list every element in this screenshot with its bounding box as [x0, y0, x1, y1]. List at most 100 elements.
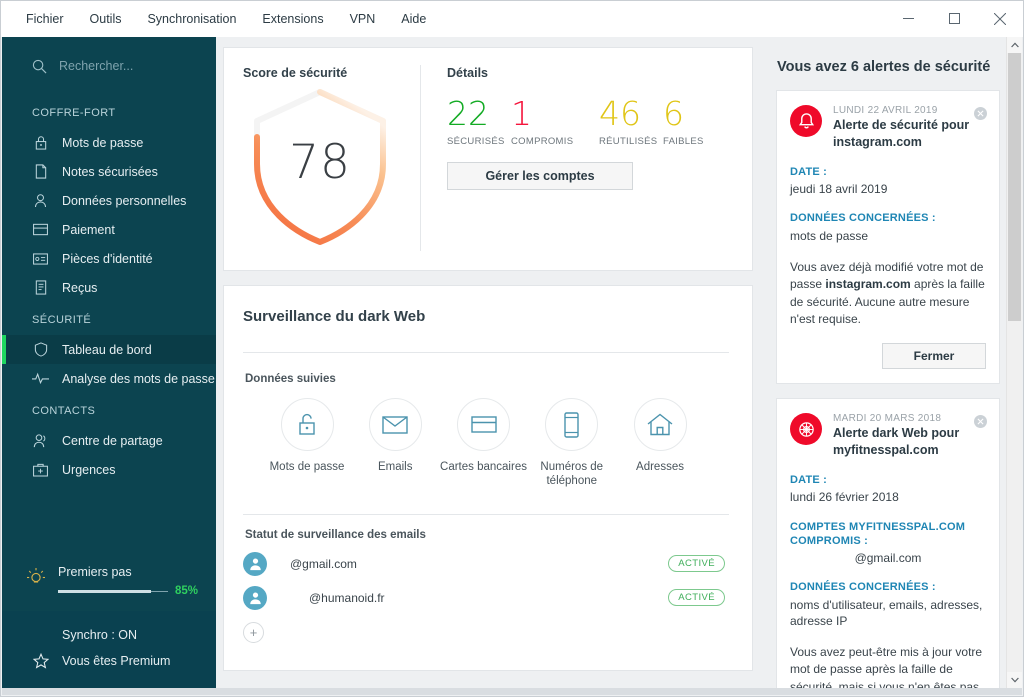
first-steps-percent: 85% — [174, 585, 198, 597]
menu-item-aide[interactable]: Aide — [388, 5, 439, 33]
sync-status[interactable]: Synchro : ON — [2, 622, 216, 648]
scroll-up-icon[interactable] — [1007, 37, 1022, 53]
alert-accounts-label: COMPTES MYFITNESSPAL.COM COMPROMIS : — [790, 520, 966, 547]
close-icon[interactable] — [974, 107, 987, 120]
stat-value: 1 — [511, 94, 532, 133]
menu-item-synchronisation[interactable]: Synchronisation — [134, 5, 249, 33]
score-stats: 22 SÉCURISÉS 1 COMPROMIS 46 RÉUTILISÉS 6… — [447, 97, 752, 162]
alert-card: LUNDI 22 AVRIL 2019 Alerte de sécurité p… — [776, 90, 1000, 385]
status-badge: ACTIVÉ — [668, 555, 725, 573]
alert-data-label: DONNÉES CONCERNÉES : — [790, 581, 936, 594]
tracked-item-mots-de-passe[interactable]: Mots de passe — [263, 398, 351, 489]
sidebar-item-label: Tableau de bord — [62, 342, 152, 357]
email-row[interactable]: @gmail.com ACTIVÉ — [243, 547, 729, 581]
maximize-icon[interactable] — [931, 1, 977, 37]
note-icon — [32, 164, 49, 179]
email-address: @humanoid.fr — [309, 590, 385, 605]
stat-reutilises: 46 RÉUTILISÉS — [599, 97, 663, 147]
alert-header: LUNDI 22 AVRIL 2019 Alerte de sécurité p… — [790, 105, 986, 151]
sidebar-section-coffre-fort: COFFRE-FORT — [32, 107, 116, 119]
stat-value: 46 — [599, 94, 641, 133]
alerts-panel: Vous avez 6 alertes de sécurité LUNDI 22… — [765, 37, 1014, 688]
menu-item-extensions[interactable]: Extensions — [249, 5, 336, 33]
menu-bar: Fichier Outils Synchronisation Extension… — [1, 5, 439, 33]
sidebar-item-label: Mots de passe — [62, 135, 144, 150]
menu-item-fichier[interactable]: Fichier — [13, 5, 77, 33]
sidebar-item-label: Centre de partage — [62, 433, 163, 448]
status-badge: ACTIVÉ — [668, 589, 725, 607]
close-alert-button[interactable]: Fermer — [882, 343, 986, 370]
score-details-section: Détails 22 SÉCURISÉS 1 COMPROMIS 46 RÉUT… — [421, 48, 752, 270]
alerts-heading: Vous avez 6 alertes de sécurité — [777, 59, 991, 75]
first-steps-progress[interactable]: Premiers pas 85% — [2, 565, 216, 597]
status-bar — [2, 688, 1022, 695]
manage-accounts-button[interactable]: Gérer les comptes — [447, 162, 633, 190]
email-status-section: Statut de surveillance des emails @gmail… — [243, 529, 729, 643]
sidebar-item-donnees-personnelles[interactable]: Données personnelles — [2, 186, 216, 215]
id-card-icon — [32, 252, 49, 265]
sidebar-item-label: Analyse des mots de passe — [62, 371, 215, 386]
dark-web-title: Surveillance du dark Web — [243, 308, 426, 325]
tracked-item-label: Numéros de téléphone — [540, 461, 604, 488]
sidebar-item-pieces-didentite[interactable]: Pièces d'identité — [2, 244, 216, 273]
alert-data-value: noms d'utilisateur, emails, adresses, ad… — [790, 597, 983, 628]
stat-label: COMPROMIS — [511, 136, 574, 147]
app-window: Fichier Outils Synchronisation Extension… — [0, 0, 1024, 697]
alert-date-head: LUNDI 22 AVRIL 2019 — [833, 105, 938, 116]
sidebar-item-recus[interactable]: Reçus — [2, 273, 216, 302]
sidebar-item-notes-securisees[interactable]: Notes sécurisées — [2, 157, 216, 186]
sidebar-item-centre-de-partage[interactable]: Centre de partage — [2, 426, 216, 455]
menu-item-outils[interactable]: Outils — [77, 5, 135, 33]
first-steps-label: Premiers pas — [58, 565, 132, 579]
sidebar: Rechercher... COFFRE-FORT Mots de passe … — [2, 37, 216, 688]
minimize-icon[interactable] — [885, 1, 931, 37]
premium-label: Vous êtes Premium — [62, 654, 171, 668]
first-steps-bar-row: 85% — [58, 585, 198, 597]
sidebar-item-label: Urgences — [62, 462, 116, 477]
tracked-item-emails[interactable]: Emails — [351, 398, 439, 489]
menu-item-vpn[interactable]: VPN — [337, 5, 389, 33]
tracked-item-label: Mots de passe — [269, 461, 345, 473]
scrollbar-thumb[interactable] — [1008, 53, 1021, 321]
tracked-item-numeros-de-telephone[interactable]: Numéros de téléphone — [528, 398, 616, 489]
avatar — [243, 585, 267, 610]
close-icon[interactable] — [977, 1, 1023, 37]
stat-securises: 22 SÉCURISÉS — [447, 97, 511, 147]
star-icon — [32, 653, 49, 669]
email-row[interactable]: @humanoid.fr ACTIVÉ — [243, 581, 729, 615]
alert-header: MARDI 20 MARS 2018 Alerte dark Web pour … — [790, 413, 986, 459]
sidebar-item-mots-de-passe[interactable]: Mots de passe — [2, 128, 216, 157]
alert-header-text: MARDI 20 MARS 2018 Alerte dark Web pour … — [833, 413, 986, 459]
tracked-item-cartes-bancaires[interactable]: Cartes bancaires — [440, 398, 528, 489]
sidebar-item-analyse-des-mots-de-passe[interactable]: Analyse des mots de passe — [2, 364, 216, 393]
alert-body: Vous avez peut-être mis à jour votre mot… — [790, 644, 983, 688]
phone-icon — [545, 398, 599, 451]
tracked-item-adresses[interactable]: Adresses — [616, 398, 704, 489]
receipt-icon — [32, 280, 49, 295]
add-email-button[interactable]: + — [243, 621, 264, 643]
bell-icon — [790, 105, 822, 137]
vertical-scrollbar[interactable] — [1006, 37, 1022, 688]
first-steps-bar — [58, 589, 168, 593]
search-input[interactable]: Rechercher... — [2, 37, 216, 95]
alert-date-head: MARDI 20 MARS 2018 — [833, 413, 942, 425]
sidebar-item-label: Reçus — [62, 280, 98, 295]
sidebar-item-tableau-de-bord[interactable]: Tableau de bord — [2, 335, 216, 364]
divider — [243, 352, 729, 353]
emergency-kit-icon — [32, 463, 49, 477]
sidebar-item-urgences[interactable]: Urgences — [2, 455, 216, 484]
share-person-icon — [32, 433, 49, 448]
premium-status[interactable]: Vous êtes Premium — [2, 648, 216, 674]
title-bar: Fichier Outils Synchronisation Extension… — [1, 1, 1023, 37]
sidebar-item-paiement[interactable]: Paiement — [2, 215, 216, 244]
score-value: 78 — [289, 135, 351, 190]
sidebar-footer: Synchro : ON Vous êtes Premium — [2, 611, 216, 688]
alert-date-label: DATE : — [790, 165, 828, 178]
stat-value: 6 — [663, 94, 684, 133]
scroll-down-icon[interactable] — [1007, 672, 1022, 688]
alert-card: MARDI 20 MARS 2018 Alerte dark Web pour … — [776, 398, 1000, 688]
sidebar-item-label: Notes sécurisées — [62, 164, 158, 179]
alert-data-value: mots de passe — [790, 228, 869, 243]
security-score-card: Score de sécurité 78 Détails 22 SÉCURISÉ… — [223, 47, 753, 271]
